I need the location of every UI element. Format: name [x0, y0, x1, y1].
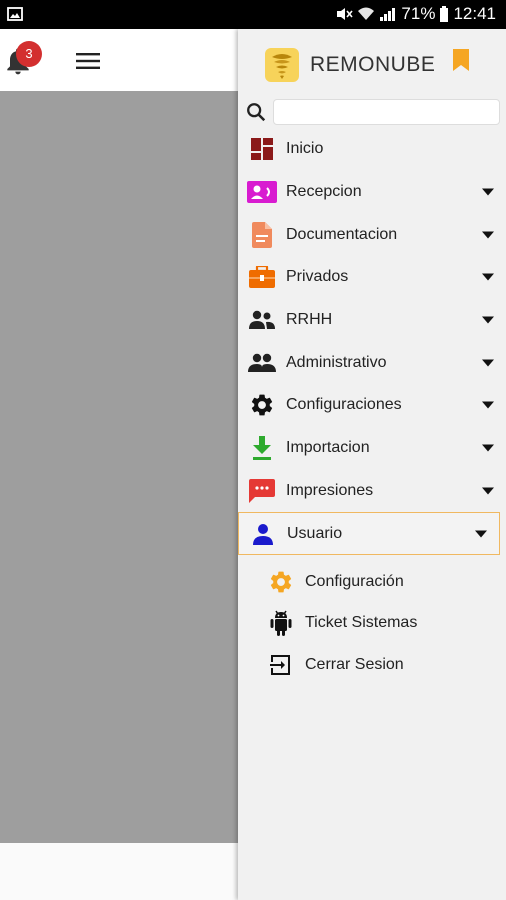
message-icon: [247, 478, 277, 504]
chevron-down-icon: [482, 188, 494, 196]
group-icon: [247, 350, 277, 376]
chevron-down-icon: [482, 273, 494, 281]
usuario-submenu: Configuración Ticket Sistemas Cerrar Ses…: [238, 561, 506, 686]
briefcase-icon: [247, 264, 277, 290]
brand: REMONUBE: [264, 45, 435, 85]
menu-item-usuario[interactable]: Usuario: [238, 512, 500, 555]
gear-icon: [247, 392, 277, 418]
chevron-down-icon: [482, 487, 494, 495]
chevron-down-icon: [482, 231, 494, 239]
drawer-menu: Inicio Recepcion Documentacion Privados …: [238, 128, 506, 555]
menu-item-recepcion[interactable]: Recepcion: [238, 171, 506, 214]
menu-item-label: Privados: [286, 268, 349, 286]
signal-icon: [380, 8, 396, 21]
submenu-item-cerrar-sesion[interactable]: Cerrar Sesion: [238, 644, 506, 686]
menu-item-rrhh[interactable]: RRHH: [238, 299, 506, 342]
menu-item-documentacion[interactable]: Documentacion: [238, 213, 506, 256]
search-icon: [247, 103, 266, 122]
battery-icon: [440, 6, 449, 22]
status-right: 71% 12:41: [335, 4, 496, 24]
notification-badge: 3: [16, 41, 42, 67]
people-icon: [247, 307, 277, 333]
menu-item-label: Inicio: [286, 140, 324, 158]
contact-card-icon: [247, 179, 277, 205]
download-icon: [247, 435, 277, 461]
menu-item-administrativo[interactable]: Administrativo: [238, 341, 506, 384]
menu-item-configuraciones[interactable]: Configuraciones: [238, 384, 506, 427]
menu-item-impresiones[interactable]: Impresiones: [238, 470, 506, 513]
submenu-item-ticket-sistemas[interactable]: Ticket Sistemas: [238, 603, 506, 645]
search-bar: [245, 99, 500, 125]
menu-item-label: Importacion: [286, 439, 370, 457]
bookmark-icon[interactable]: [452, 49, 470, 71]
menu-item-label: Documentacion: [286, 225, 398, 243]
chevron-down-icon: [482, 316, 494, 324]
document-icon: [247, 221, 277, 248]
menu-item-privados[interactable]: Privados: [238, 256, 506, 299]
chevron-down-icon: [482, 359, 494, 367]
bottom-area: [0, 843, 238, 900]
menu-item-label: RRHH: [286, 311, 333, 329]
chevron-down-icon: [482, 444, 494, 452]
menu-item-label: Recepcion: [286, 183, 362, 201]
search-input[interactable]: [273, 99, 500, 125]
menu-item-label: Usuario: [287, 524, 343, 542]
menu-item-label: Administrativo: [286, 353, 387, 371]
chevron-down-icon: [475, 530, 487, 538]
menu-item-importacion[interactable]: Importacion: [238, 427, 506, 470]
clock: 12:41: [453, 4, 496, 23]
menu-item-label: Impresiones: [286, 481, 374, 499]
submenu-item-configuracion[interactable]: Configuración: [238, 561, 506, 603]
status-bar: 71% 12:41: [0, 0, 506, 29]
submenu-item-label: Ticket Sistemas: [305, 614, 418, 632]
android-icon: [266, 610, 296, 637]
app-logo-icon: [265, 48, 299, 82]
menu-item-inicio[interactable]: Inicio: [238, 128, 506, 171]
chevron-down-icon: [482, 401, 494, 409]
app-toolbar: 3: [0, 29, 238, 91]
wifi-icon: [358, 7, 375, 20]
submenu-item-label: Configuración: [305, 572, 404, 590]
image-icon: [7, 7, 23, 21]
menu-icon[interactable]: [76, 51, 100, 71]
navigation-drawer: REMONUBE Inicio Recepcion Documentacion …: [238, 29, 506, 900]
mute-icon: [337, 8, 354, 20]
app-name: REMONUBE: [310, 53, 436, 76]
logout-icon: [266, 652, 296, 678]
dashboard-icon: [247, 136, 277, 162]
person-icon: [248, 521, 278, 547]
battery-percent: 71%: [401, 4, 436, 23]
submenu-item-label: Cerrar Sesion: [305, 655, 404, 673]
menu-item-label: Configuraciones: [286, 396, 402, 414]
gear-icon: [266, 569, 296, 595]
scrim-overlay[interactable]: [0, 91, 238, 843]
